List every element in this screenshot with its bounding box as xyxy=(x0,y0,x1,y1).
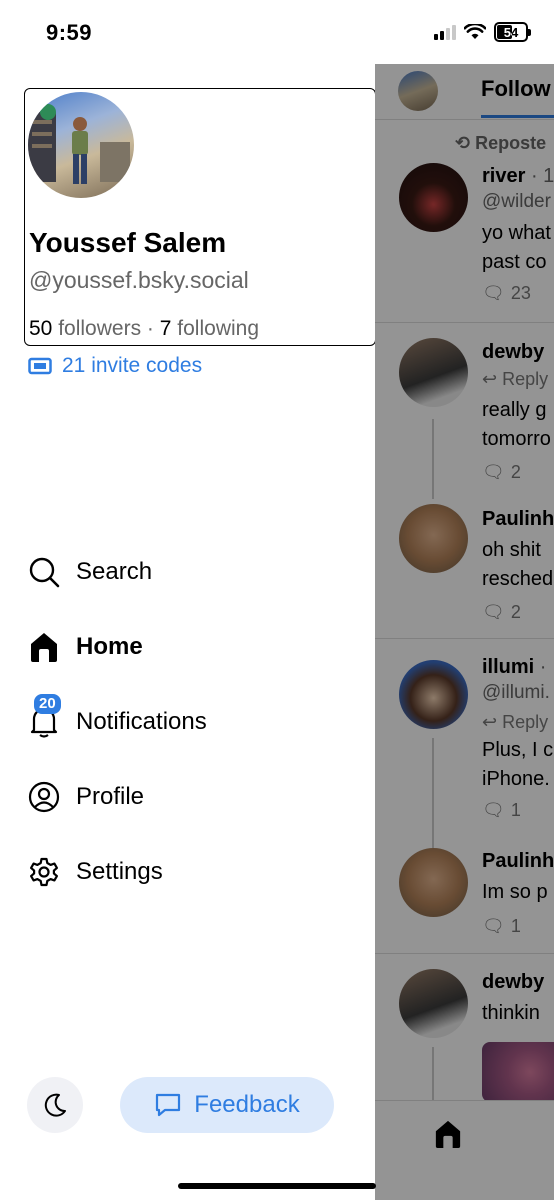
post-avatar[interactable] xyxy=(399,338,468,407)
moon-icon xyxy=(44,1093,66,1117)
post-author: dewby xyxy=(482,341,545,363)
cellular-signal-icon xyxy=(434,24,456,40)
profile-avatar[interactable] xyxy=(28,92,134,198)
feed-header-avatar[interactable] xyxy=(398,71,438,111)
feedback-button[interactable]: Feedback xyxy=(120,1077,334,1133)
post-author: Paulinh xyxy=(482,508,554,530)
post-avatar[interactable] xyxy=(399,848,468,917)
post-avatar[interactable] xyxy=(399,660,468,729)
side-drawer: Youssef Salem @youssef.bsky.social 50 fo… xyxy=(0,64,376,1200)
nav-item-profile[interactable]: Profile xyxy=(28,759,207,834)
home-indicator[interactable] xyxy=(178,1183,376,1189)
invite-codes-link[interactable]: 21 invite codes xyxy=(28,354,202,378)
nav-item-home[interactable]: Home xyxy=(28,609,207,684)
nav-item-search[interactable]: Search xyxy=(28,534,207,609)
feed-post[interactable]: ⟲ Reposte river · 1 @wilder yo what past … xyxy=(375,121,554,323)
avatar-photo xyxy=(28,104,130,184)
nav-label-notifications: Notifications xyxy=(76,707,207,735)
drawer-nav: Search Home 20 Notifications Profile Set… xyxy=(28,534,207,909)
thread-line xyxy=(432,738,434,848)
comment-icon: 🗨 xyxy=(482,602,505,622)
home-icon xyxy=(28,631,60,663)
nav-label-home: Home xyxy=(76,632,143,660)
post-avatar[interactable] xyxy=(399,504,468,573)
bell-icon: 20 xyxy=(28,693,61,738)
display-name: Youssef Salem xyxy=(29,227,227,258)
comment-icon: 🗨 xyxy=(482,916,505,936)
repost-indicator: ⟲ Reposte xyxy=(455,133,547,153)
nav-label-settings: Settings xyxy=(76,857,163,885)
reply-count[interactable]: 🗨 23 xyxy=(482,283,531,304)
nav-item-notifications[interactable]: 20 Notifications xyxy=(28,684,207,759)
post-avatar[interactable] xyxy=(399,969,468,1038)
post-text: really g tomorro xyxy=(482,399,551,450)
home-tab-icon[interactable] xyxy=(434,1119,462,1149)
nav-label-search: Search xyxy=(76,557,153,585)
battery-icon: 54 xyxy=(494,22,531,42)
feedback-label: Feedback xyxy=(194,1091,300,1118)
feed-post[interactable]: dewby ↩ Reply really g tomorro 🗨 2 xyxy=(375,324,554,499)
reply-count[interactable]: 🗨 1 xyxy=(482,916,521,937)
ticket-icon xyxy=(28,357,52,375)
post-author: illumi · xyxy=(482,656,547,678)
theme-toggle-button[interactable] xyxy=(27,1077,83,1133)
feed-background[interactable]: Follow ⟲ Reposte river · 1 @wilder yo wh… xyxy=(375,64,554,1200)
post-text: yo what past co xyxy=(482,222,551,273)
status-time: 9:59 xyxy=(46,20,93,45)
feed-header: Follow xyxy=(375,64,554,120)
invite-codes-label: 21 invite codes xyxy=(62,354,203,377)
status-bar: 9:59 54 xyxy=(0,0,554,64)
post-author: river · 1 xyxy=(482,165,554,187)
nav-label-profile: Profile xyxy=(76,782,145,810)
notifications-badge: 20 xyxy=(34,693,61,714)
user-circle-icon xyxy=(28,781,60,813)
bottom-tab-bar xyxy=(375,1100,554,1200)
stats-separator: · xyxy=(146,317,154,340)
comment-icon: 🗨 xyxy=(482,800,505,820)
reply-count[interactable]: 🗨 2 xyxy=(482,462,521,483)
nav-item-settings[interactable]: Settings xyxy=(28,834,207,909)
post-text: Im so p xyxy=(482,881,548,903)
message-icon xyxy=(156,1093,181,1117)
post-handle: @wilder xyxy=(482,191,551,212)
reply-indicator: ↩ Reply xyxy=(482,369,549,389)
gear-icon xyxy=(28,856,60,888)
reply-count[interactable]: 🗨 2 xyxy=(482,602,521,623)
post-author: dewby xyxy=(482,971,545,993)
post-handle: @illumi. xyxy=(482,682,550,703)
followers-label[interactable]: followers xyxy=(58,317,141,340)
post-author: Paulinh xyxy=(482,850,554,872)
wifi-icon xyxy=(464,24,486,39)
battery-level: 54 xyxy=(503,24,519,40)
follow-stats: 50 followers · 7 following xyxy=(29,317,259,341)
post-image[interactable] xyxy=(482,1042,554,1102)
followers-count[interactable]: 50 xyxy=(29,317,52,340)
feed-tab-indicator xyxy=(481,115,554,118)
feed-post[interactable]: Paulinh oh shit resched 🗨 2 xyxy=(375,484,554,639)
post-text: oh shit resched xyxy=(482,539,554,590)
profile-card[interactable]: Youssef Salem @youssef.bsky.social 50 fo… xyxy=(24,88,376,346)
reply-indicator: ↩ Reply xyxy=(482,712,549,732)
following-label[interactable]: following xyxy=(177,317,259,340)
post-avatar[interactable] xyxy=(399,163,468,232)
thread-line xyxy=(432,1047,434,1107)
feed-post[interactable]: illumi · @illumi. ↩ Reply Plus, I c iPhon… xyxy=(375,640,554,848)
following-count[interactable]: 7 xyxy=(160,317,172,340)
feed-tab-following[interactable]: Follow xyxy=(481,76,551,102)
search-icon xyxy=(28,556,60,588)
reply-count[interactable]: 🗨 1 xyxy=(482,800,521,821)
repost-icon: ⟲ xyxy=(455,133,476,153)
comment-icon: 🗨 xyxy=(482,462,505,482)
comment-icon: 🗨 xyxy=(482,283,505,303)
post-text: thinkin xyxy=(482,1002,540,1024)
post-text: Plus, I c iPhone. xyxy=(482,739,554,790)
status-icons: 54 xyxy=(434,22,531,42)
profile-handle: @youssef.bsky.social xyxy=(29,267,249,293)
feed-post[interactable]: dewby thinkin xyxy=(375,955,554,1107)
feed-post[interactable]: Paulinh Im so p 🗨 1 xyxy=(375,834,554,954)
